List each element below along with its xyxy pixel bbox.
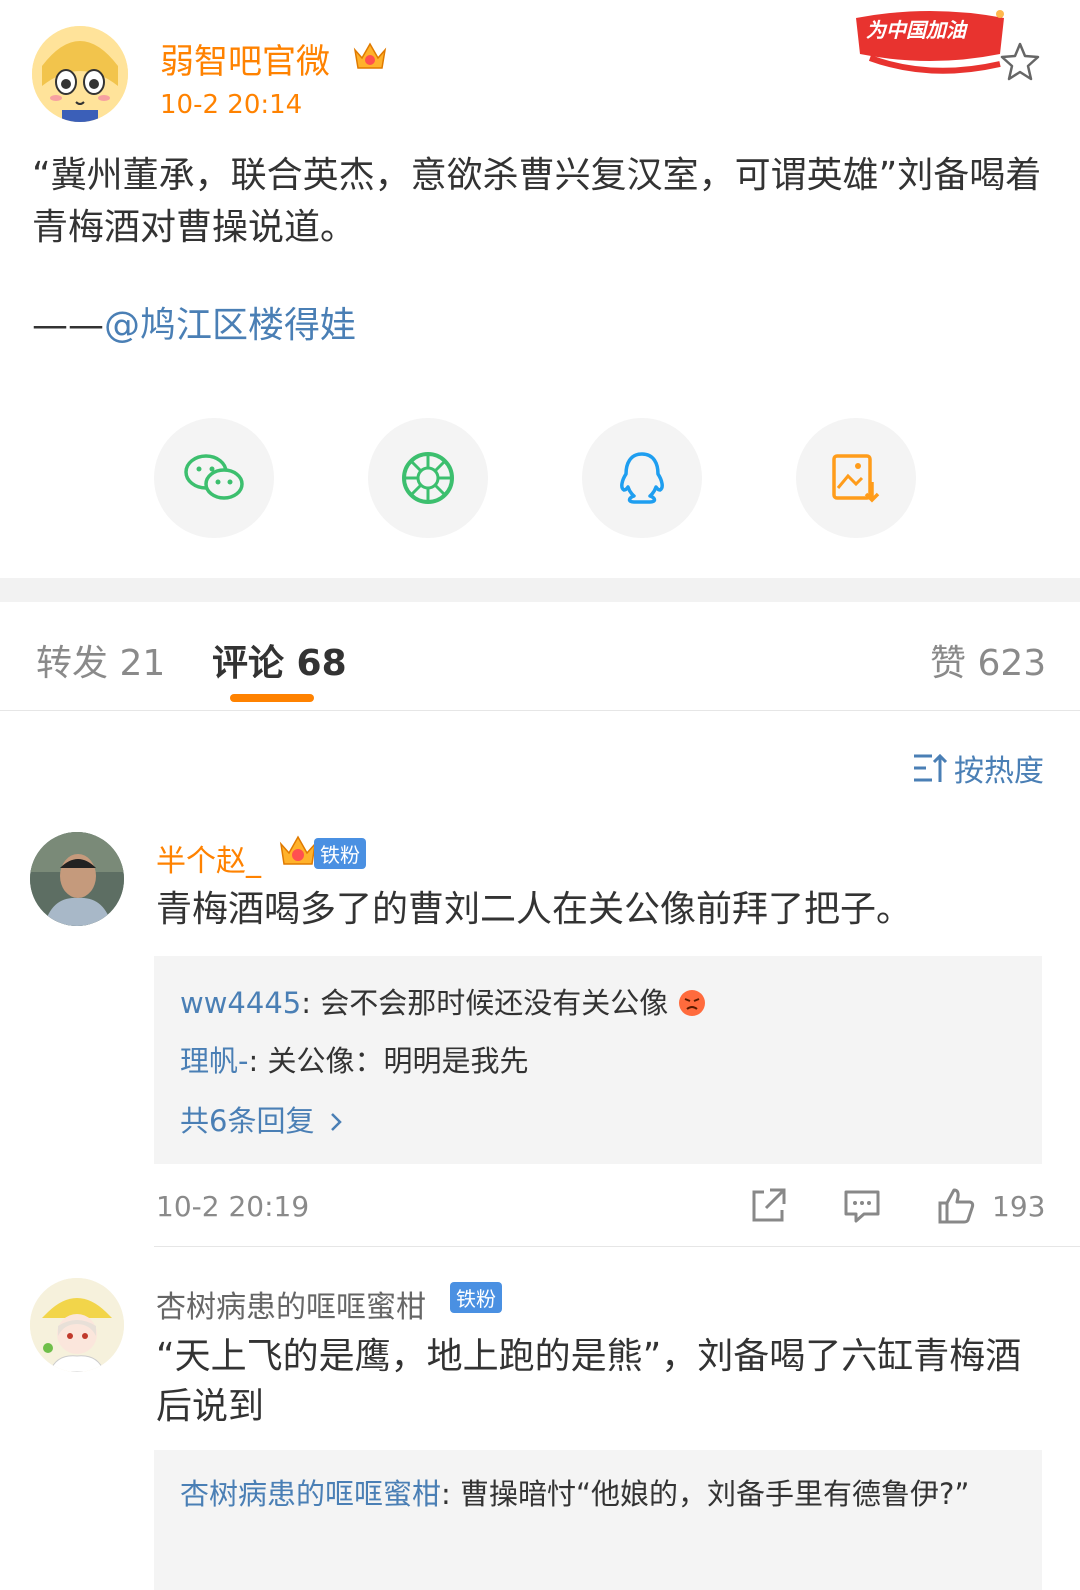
reply-list[interactable]: 杏树病患的哐哐蜜柑: 曹操暗忖“他娘的，刘备手里有德鲁伊?” (154, 1450, 1042, 1590)
reply-item[interactable]: 理帆-: 关公像：明明是我先 (180, 1038, 528, 1080)
tab-repost[interactable]: 转发 21 (36, 634, 165, 686)
post-author-avatar[interactable] (32, 26, 128, 122)
reply-author[interactable]: ww4445 (180, 986, 301, 1020)
reply-item[interactable]: ww4445: 会不会那时候还没有关公像 (180, 980, 707, 1022)
crown-icon (278, 832, 318, 868)
tab-divider (0, 710, 1080, 711)
save-image-button[interactable] (796, 418, 916, 538)
tab-like[interactable]: 赞 623 (930, 634, 1046, 686)
promo-label: 为中国加油 (866, 18, 966, 42)
active-tab-indicator (230, 694, 314, 702)
comment-icon[interactable] (842, 1186, 882, 1226)
crown-icon (352, 38, 388, 72)
reply-text: : 会不会那时候还没有关公像 (301, 986, 669, 1020)
reply-text: : 曹操暗忖“他娘的，刘备手里有德鲁伊?” (441, 1477, 970, 1511)
post-author-name[interactable]: 弱智吧官微 (160, 34, 330, 83)
post-signature: ——@鸠江区楼得娃 (32, 300, 356, 352)
comment-avatar[interactable] (30, 1278, 124, 1372)
reply-item[interactable]: 杏树病患的哐哐蜜柑: 曹操暗忖“他娘的，刘备手里有德鲁伊?” (180, 1472, 1020, 1516)
more-replies-label: 共6条回复 (180, 1104, 315, 1138)
comment-author-name[interactable]: 半个赵_ (156, 836, 261, 880)
comment-time: 10-2 20:19 (156, 1190, 310, 1223)
reply-list[interactable]: ww4445: 会不会那时候还没有关公像 理帆-: 关公像：明明是我先 共6条回… (154, 956, 1042, 1164)
comment-divider (154, 1246, 1080, 1247)
fan-badge: 铁粉 (450, 1282, 502, 1313)
sort-button[interactable]: 按热度 (912, 746, 1044, 790)
share-icon[interactable] (748, 1186, 788, 1226)
comment-text: 青梅酒喝多了的曹刘二人在关公像前拜了把子。 (156, 889, 913, 930)
qq-icon (620, 452, 664, 504)
post-text: “冀州董承，联合英杰，意欲杀曹兴复汉室，可谓英雄”刘备喝着青梅酒对曹操说道。 (32, 155, 1042, 248)
section-divider (0, 578, 1080, 602)
mention-link[interactable]: @鸠江区楼得娃 (104, 305, 356, 346)
tab-comment[interactable]: 评论 68 (212, 634, 347, 686)
star-icon[interactable] (998, 40, 1042, 84)
fan-badge: 铁粉 (314, 838, 366, 869)
signature-prefix: —— (32, 305, 104, 346)
reply-author[interactable]: 杏树病患的哐哐蜜柑 (180, 1477, 441, 1511)
sort-label: 按热度 (954, 754, 1044, 789)
more-replies-link[interactable]: 共6条回复 (180, 1098, 348, 1140)
share-qq-button[interactable] (582, 418, 702, 538)
share-moments-button[interactable] (368, 418, 488, 538)
save-image-icon (832, 454, 880, 503)
comment-avatar[interactable] (30, 832, 124, 926)
like-icon[interactable] (936, 1186, 976, 1226)
reply-author[interactable]: 理帆- (180, 1044, 248, 1078)
moments-icon (402, 452, 454, 504)
chevron-right-icon (330, 1113, 342, 1131)
reply-text: : 关公像：明明是我先 (248, 1044, 529, 1078)
comment-author-name[interactable]: 杏树病患的哐哐蜜柑 (156, 1282, 426, 1326)
like-count: 193 (992, 1190, 1046, 1223)
wechat-icon (184, 454, 244, 500)
post-time: 10-2 20:14 (160, 90, 303, 120)
comment-text: “天上飞的是鹰，地上跑的是熊”，刘备喝了六缸青梅酒后说到 (156, 1336, 1022, 1427)
share-wechat-button[interactable] (154, 418, 274, 538)
angry-emoji-icon (679, 990, 706, 1016)
sort-icon (914, 753, 948, 782)
